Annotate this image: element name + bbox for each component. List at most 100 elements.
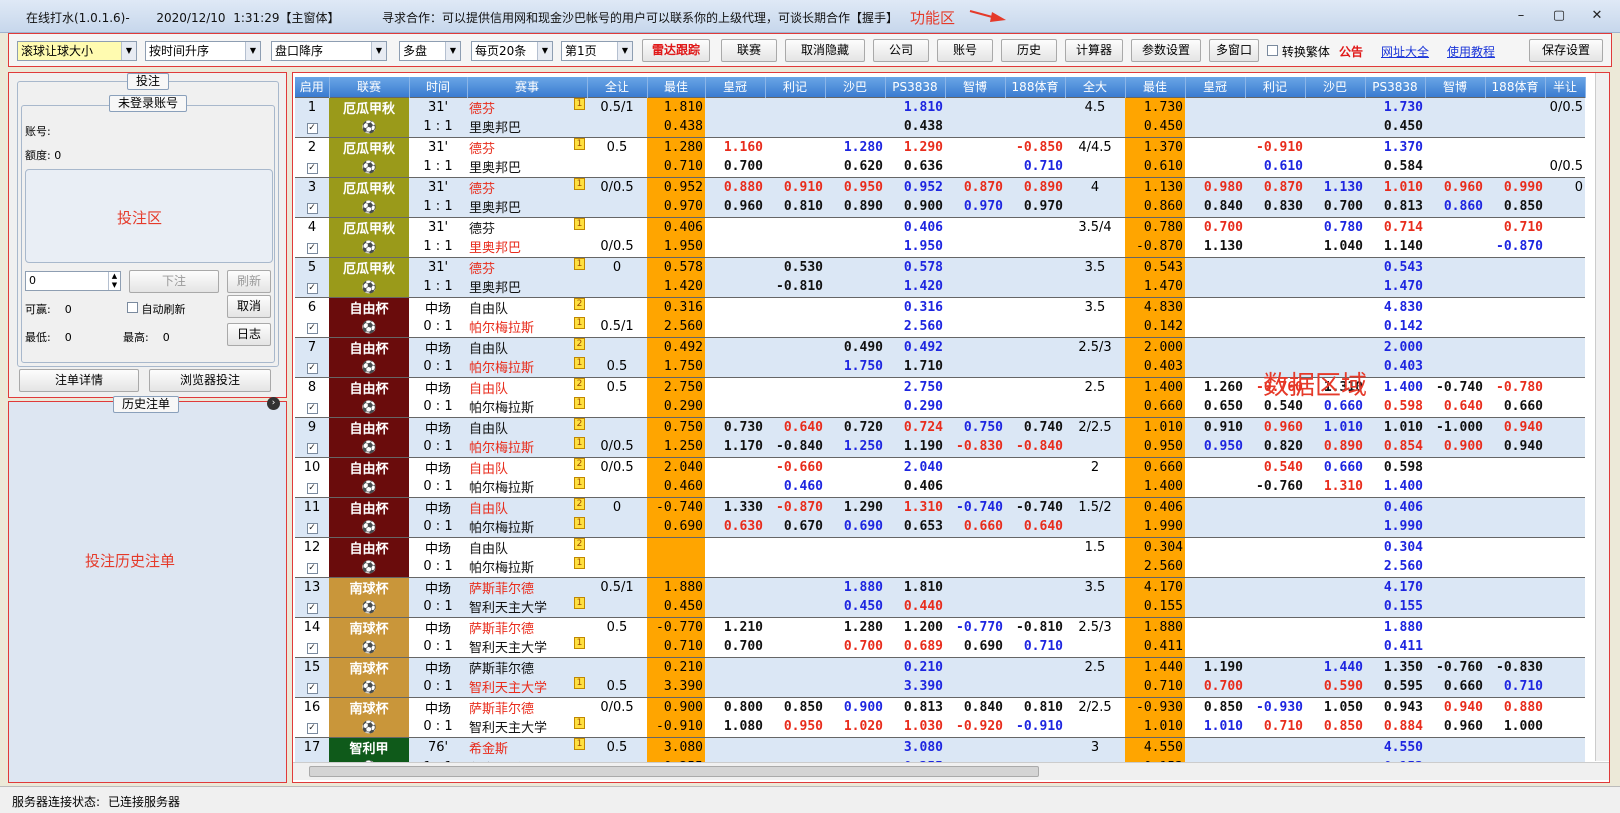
enable-checkbox-cell[interactable]: ✓: [295, 357, 329, 377]
odds-cell[interactable]: [1305, 296, 1365, 317]
odds-cell[interactable]: [1185, 296, 1245, 317]
best-odds[interactable]: 0.406: [1125, 496, 1185, 517]
odds-cell[interactable]: 0.800: [705, 696, 765, 717]
odds-cell[interactable]: 0.780: [1305, 216, 1365, 237]
best-odds[interactable]: 0.780: [1125, 216, 1185, 237]
odds-cell[interactable]: [945, 456, 1005, 477]
column-header[interactable]: 皇冠: [1185, 77, 1246, 97]
table-row[interactable]: 11 自由杯 中场 自由队 2 0 -0.740 1.330 -0.870 1.290 1.310-…: [295, 496, 1585, 517]
best-odds[interactable]: 1.280: [647, 136, 705, 157]
table-row[interactable]: 9 自由杯 中场 自由队 2 0.750 0.730 0.640 0.720 0.724 0.750…: [295, 416, 1585, 437]
odds-cell[interactable]: 1.130: [1305, 176, 1365, 197]
odds-cell[interactable]: 1.310: [1305, 477, 1365, 497]
odds-cell[interactable]: [1245, 277, 1305, 297]
enable-checkbox-cell[interactable]: ✓: [295, 677, 329, 697]
odds-cell[interactable]: [705, 237, 765, 257]
enable-checkbox-cell[interactable]: ✓: [295, 237, 329, 257]
odds-cell[interactable]: 0.620: [825, 157, 885, 177]
odds-cell[interactable]: [1485, 117, 1545, 137]
enable-checkbox[interactable]: ✓: [306, 483, 318, 495]
odds-cell[interactable]: [705, 357, 765, 377]
odds-cell[interactable]: [705, 557, 765, 577]
odds-cell[interactable]: 0.950: [1185, 437, 1245, 457]
odds-cell[interactable]: [825, 456, 885, 477]
best-odds[interactable]: 0.710: [647, 637, 705, 657]
odds-cell[interactable]: [1185, 157, 1245, 177]
odds-cell[interactable]: 0.810: [765, 197, 825, 217]
best-odds[interactable]: 0.660: [1125, 397, 1185, 417]
odds-cell[interactable]: [705, 256, 765, 277]
best-odds[interactable]: 1.470: [1125, 277, 1185, 297]
odds-cell[interactable]: 0.650: [1185, 397, 1245, 417]
best-odds[interactable]: 1.250: [647, 437, 705, 457]
table-row[interactable]: 3 厄瓜甲秋 31' 德芬 1 0/0.5 0.952 0.880 0.910 0.950 0.95…: [295, 176, 1585, 197]
column-header[interactable]: 沙巴: [825, 77, 886, 97]
odds-cell[interactable]: [1305, 557, 1365, 577]
odds-cell[interactable]: [705, 597, 765, 617]
multi-window-button[interactable]: 多窗口: [1209, 39, 1259, 62]
odds-cell[interactable]: 1.470: [1365, 277, 1425, 297]
tutorial-link[interactable]: 使用教程: [1447, 43, 1495, 60]
best-odds[interactable]: 0.750: [647, 416, 705, 437]
odds-cell[interactable]: 0.990: [1485, 176, 1545, 197]
odds-cell[interactable]: 1.990: [1365, 517, 1425, 537]
odds-cell[interactable]: [705, 277, 765, 297]
minimize-icon[interactable]: –: [1510, 8, 1532, 24]
column-header[interactable]: 188体育: [1485, 77, 1546, 97]
auto-refresh-toggle[interactable]: 自动刷新: [127, 301, 186, 317]
best-odds[interactable]: 0.860: [1125, 197, 1185, 217]
odds-cell[interactable]: 0.595: [1365, 677, 1425, 697]
odds-cell[interactable]: -0.870: [1485, 237, 1545, 257]
odds-cell[interactable]: [945, 96, 1005, 117]
odds-cell[interactable]: -0.810: [1005, 616, 1065, 637]
odds-cell[interactable]: [1485, 616, 1545, 637]
odds-cell[interactable]: [885, 536, 945, 557]
odds-cell[interactable]: 3.390: [885, 677, 945, 697]
column-header[interactable]: 联赛: [329, 77, 410, 97]
odds-cell[interactable]: 0.810: [1005, 696, 1065, 717]
odds-cell[interactable]: [765, 397, 825, 417]
odds-cell[interactable]: [705, 477, 765, 497]
enable-checkbox[interactable]: ✓: [306, 563, 318, 575]
odds-cell[interactable]: [945, 237, 1005, 257]
odds-cell[interactable]: [1485, 496, 1545, 517]
table-row[interactable]: ✓ ⚽ 1 : 1 里奥邦巴 0/0.5 1.950 1.950 -0.870 1.130 1.0…: [295, 237, 1585, 257]
odds-cell[interactable]: 1.950: [885, 237, 945, 257]
odds-cell[interactable]: 2.040: [885, 456, 945, 477]
best-odds[interactable]: 1.810: [647, 96, 705, 117]
best-odds[interactable]: 0.142: [1125, 317, 1185, 337]
odds-cell[interactable]: 0.590: [1305, 677, 1365, 697]
odds-cell[interactable]: 0.640: [1425, 397, 1485, 417]
odds-cell[interactable]: [825, 536, 885, 557]
odds-cell[interactable]: [765, 357, 825, 377]
column-header[interactable]: 沙巴: [1305, 77, 1366, 97]
table-row[interactable]: 1 厄瓜甲秋 31' 德芬 1 0.5/1 1.810 1.810 4.5 1.730 1.730 0…: [295, 96, 1585, 117]
odds-cell[interactable]: [1005, 376, 1065, 397]
odds-cell[interactable]: 0.660: [945, 517, 1005, 537]
odds-cell[interactable]: [1185, 736, 1245, 757]
odds-cell[interactable]: 0.710: [1485, 216, 1545, 237]
odds-cell[interactable]: [825, 677, 885, 697]
table-row[interactable]: 14 南球杯 中场 萨斯菲尔德 0.5 -0.770 1.210 1.280 1.200 -0.7…: [295, 616, 1585, 637]
odds-cell[interactable]: [945, 136, 1005, 157]
league-button[interactable]: 联赛: [721, 39, 777, 62]
odds-cell[interactable]: [825, 237, 885, 257]
maximize-icon[interactable]: ▢: [1548, 8, 1570, 24]
odds-cell[interactable]: [1185, 597, 1245, 617]
odds-cell[interactable]: -0.870: [765, 496, 825, 517]
odds-cell[interactable]: [1485, 317, 1545, 337]
odds-cell[interactable]: [1185, 536, 1245, 557]
enable-checkbox[interactable]: ✓: [306, 403, 318, 415]
odds-cell[interactable]: 0.700: [1185, 677, 1245, 697]
odds-cell[interactable]: [945, 536, 1005, 557]
odds-cell[interactable]: [1485, 576, 1545, 597]
odds-cell[interactable]: [1185, 616, 1245, 637]
odds-cell[interactable]: [1005, 96, 1065, 117]
odds-cell[interactable]: 0.870: [1245, 176, 1305, 197]
odds-cell[interactable]: 0.406: [885, 216, 945, 237]
enable-checkbox-cell[interactable]: ✓: [295, 717, 329, 737]
odds-cell[interactable]: 0.710: [1485, 677, 1545, 697]
odds-cell[interactable]: [945, 656, 1005, 677]
odds-cell[interactable]: [1245, 576, 1305, 597]
odds-cell[interactable]: [945, 677, 1005, 697]
